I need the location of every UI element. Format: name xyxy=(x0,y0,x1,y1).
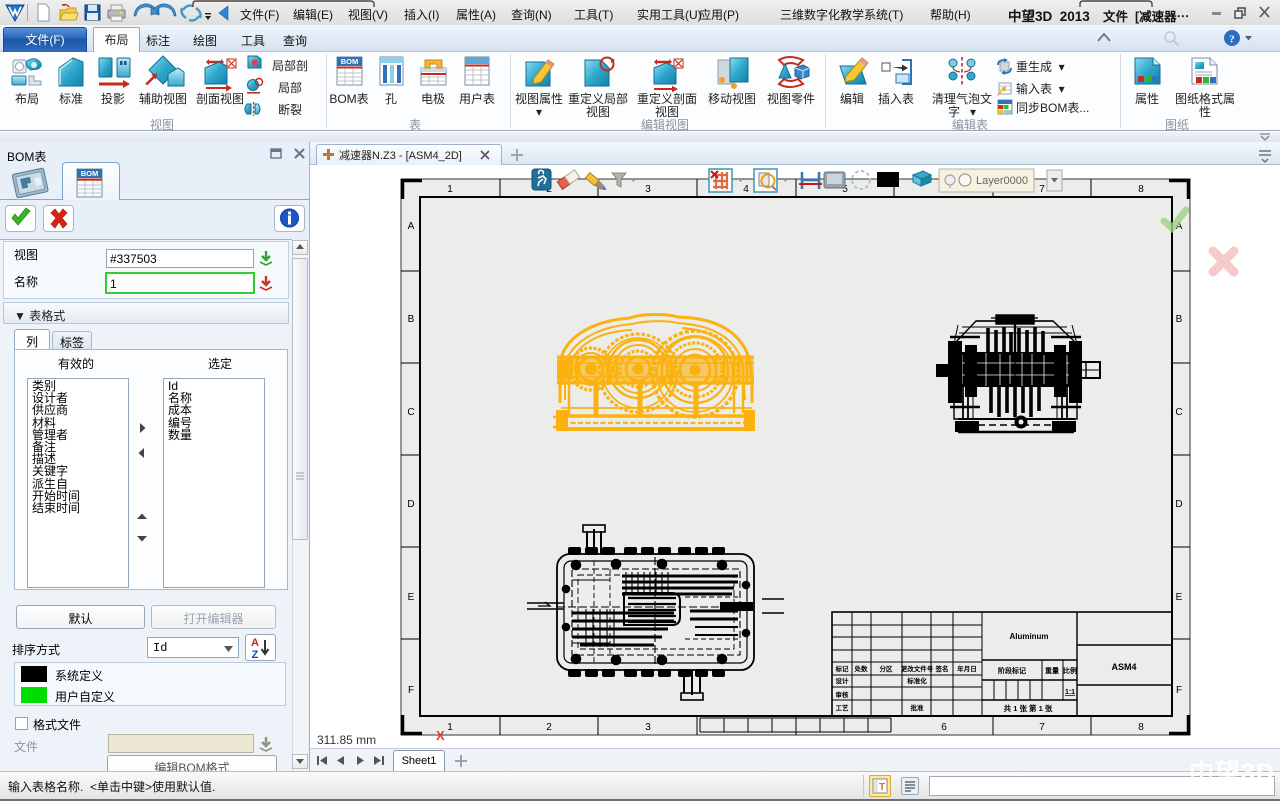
svg-text:B: B xyxy=(1176,314,1183,325)
svg-text:E: E xyxy=(408,592,415,603)
svg-text:311.85 mm: 311.85 mm xyxy=(317,733,376,747)
svg-text:6: 6 xyxy=(941,722,947,733)
svg-text:A: A xyxy=(251,637,259,649)
svg-text:A: A xyxy=(408,221,415,232)
svg-text:Layer0000: Layer0000 xyxy=(976,175,1028,187)
svg-text:工艺: 工艺 xyxy=(836,703,850,712)
svg-text:批准: 批准 xyxy=(911,703,925,712)
svg-text:Aluminum: Aluminum xyxy=(1009,632,1048,641)
svg-text:阶段标记: 阶段标记 xyxy=(998,666,1026,675)
svg-text:重量: 重量 xyxy=(1045,666,1059,675)
svg-text:比例: 比例 xyxy=(1063,666,1077,675)
svg-text:共 1 张 第 1 张: 共 1 张 第 1 张 xyxy=(1004,703,1053,713)
svg-text:1: 1 xyxy=(447,722,453,733)
svg-text:3: 3 xyxy=(645,722,651,733)
svg-text:8: 8 xyxy=(1138,722,1144,733)
svg-text:分区: 分区 xyxy=(880,664,894,673)
svg-text:标准化: 标准化 xyxy=(906,676,927,685)
svg-text:?: ? xyxy=(1229,34,1235,46)
svg-text:BOM: BOM xyxy=(341,57,359,66)
svg-text:X: X xyxy=(436,728,445,743)
svg-text:标记: 标记 xyxy=(835,664,850,673)
svg-text:E: E xyxy=(1176,592,1183,603)
svg-text:BOM: BOM xyxy=(81,169,99,178)
svg-text:B: B xyxy=(408,314,415,325)
svg-text:设计: 设计 xyxy=(836,676,850,685)
svg-text:F: F xyxy=(1176,685,1182,696)
svg-text:7: 7 xyxy=(1039,722,1045,733)
svg-text:1:1: 1:1 xyxy=(1065,689,1075,696)
svg-text:更改文件号: 更改文件号 xyxy=(901,664,934,673)
svg-text:处数: 处数 xyxy=(854,664,869,673)
svg-text:C: C xyxy=(407,407,414,418)
svg-text:D: D xyxy=(407,499,414,510)
svg-text:2: 2 xyxy=(546,722,552,733)
svg-text:审核: 审核 xyxy=(836,690,850,699)
svg-text:D: D xyxy=(1175,499,1182,510)
svg-text:Z: Z xyxy=(252,649,259,661)
svg-text:F: F xyxy=(408,685,414,696)
svg-text:ASM4: ASM4 xyxy=(1111,662,1136,672)
svg-text:签名: 签名 xyxy=(935,664,949,673)
svg-text:T: T xyxy=(879,782,885,793)
svg-text:C: C xyxy=(1175,407,1182,418)
svg-text:年月日: 年月日 xyxy=(957,664,977,673)
